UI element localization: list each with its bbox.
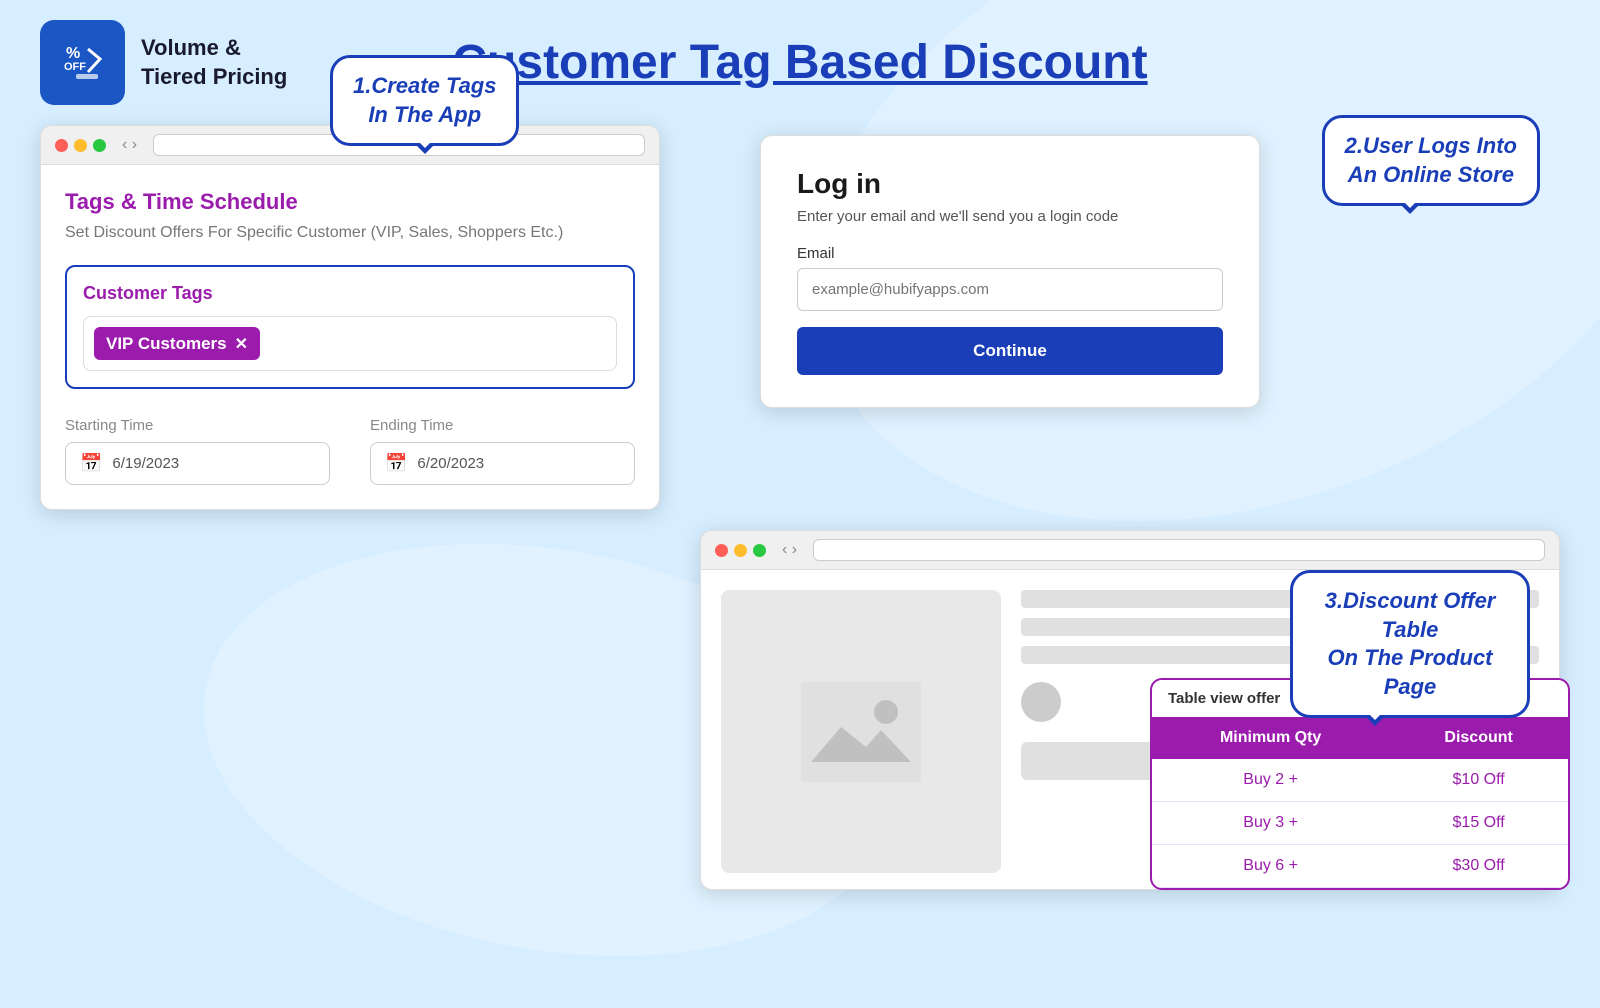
window-content: Tags & Time Schedule Set Discount Offers…: [41, 165, 659, 509]
ending-time-value: 6/20/2023: [417, 455, 484, 472]
bubble-create-tags: 1.Create Tags In The App: [330, 55, 519, 146]
customer-tags-label: Customer Tags: [83, 283, 617, 304]
bubble-discount-table: 3.Discount Offer Table On The Product Pa…: [1290, 570, 1530, 718]
discount-table: Minimum Qty Discount Buy 2 + $10 Off Buy…: [1152, 717, 1568, 888]
customer-tags-box: Customer Tags VIP Customers ✕: [65, 265, 635, 389]
bubble2-line2: An Online Store: [1345, 161, 1517, 190]
calendar-icon-start: 📅: [80, 453, 102, 474]
tag-chip-label: VIP Customers: [106, 334, 227, 354]
starting-time-value: 6/19/2023: [112, 455, 179, 472]
main-content: 1.Create Tags In The App ‹ › Tags & Time…: [0, 125, 1600, 510]
dot-green: [93, 139, 106, 152]
logo-box: % OFF: [40, 20, 125, 105]
nav-back: ‹ ›: [122, 136, 137, 154]
tag-close-icon[interactable]: ✕: [235, 334, 248, 354]
bubble-user-logs: 2.User Logs Into An Online Store: [1322, 115, 1540, 206]
starting-time-input[interactable]: 📅 6/19/2023: [65, 442, 330, 485]
table-row: Buy 2 + $10 Off: [1152, 759, 1568, 802]
cell-discount: $30 Off: [1389, 845, 1568, 888]
right-section: 2.User Logs Into An Online Store Log in …: [700, 125, 1560, 510]
bubble3-line1: 3.Discount Offer Table: [1313, 587, 1507, 644]
cell-qty: Buy 2 +: [1152, 759, 1389, 802]
cell-qty: Buy 3 +: [1152, 802, 1389, 845]
product-dot-red: [715, 544, 728, 557]
tag-chip-vip[interactable]: VIP Customers ✕: [94, 327, 260, 360]
table-row: Buy 3 + $15 Off: [1152, 802, 1568, 845]
product-dot-green: [753, 544, 766, 557]
login-panel: Log in Enter your email and we'll send y…: [760, 135, 1260, 408]
product-window-titlebar: ‹ ›: [701, 531, 1559, 570]
section-title: Tags & Time Schedule: [65, 189, 635, 215]
ending-time-field: Ending Time 📅 6/20/2023: [370, 417, 635, 485]
bottom-left: [40, 530, 660, 890]
dot-red: [55, 139, 68, 152]
svg-text:%: %: [66, 45, 80, 62]
cell-qty: Buy 6 +: [1152, 845, 1389, 888]
product-image-placeholder: [721, 590, 1001, 873]
email-input[interactable]: [797, 268, 1223, 311]
starting-time-label: Starting Time: [65, 417, 330, 434]
dot-yellow: [74, 139, 87, 152]
bottom-right: 3.Discount Offer Table On The Product Pa…: [700, 530, 1560, 890]
page-title: Customer Tag Based Discount: [452, 35, 1147, 90]
logo-icon: % OFF: [58, 34, 108, 91]
login-title: Log in: [797, 168, 1223, 200]
col-discount: Discount: [1389, 717, 1568, 759]
bubble1-line1: 1.Create Tags: [353, 72, 496, 101]
ending-time-input[interactable]: 📅 6/20/2023: [370, 442, 635, 485]
cell-discount: $15 Off: [1389, 802, 1568, 845]
bubble2-line1: 2.User Logs Into: [1345, 132, 1517, 161]
bubble3-line2: On The Product Page: [1313, 644, 1507, 701]
tags-input-area[interactable]: VIP Customers ✕: [83, 316, 617, 371]
app-window: ‹ › Tags & Time Schedule Set Discount Of…: [40, 125, 660, 510]
header: % OFF Volume & Tiered Pricing Customer T…: [0, 0, 1600, 125]
time-row: Starting Time 📅 6/19/2023 Ending Time 📅 …: [65, 417, 635, 485]
logo-text: Volume & Tiered Pricing: [141, 34, 287, 91]
left-section: 1.Create Tags In The App ‹ › Tags & Time…: [40, 125, 660, 510]
table-row: Buy 6 + $30 Off: [1152, 845, 1568, 888]
col-min-qty: Minimum Qty: [1152, 717, 1389, 759]
product-dot-yellow: [734, 544, 747, 557]
section-desc: Set Discount Offers For Specific Custome…: [65, 221, 635, 245]
email-label: Email: [797, 245, 1223, 262]
product-avatar: [1021, 682, 1061, 722]
continue-button[interactable]: Continue: [797, 327, 1223, 375]
product-nav: ‹ ›: [782, 541, 797, 559]
calendar-icon-end: 📅: [385, 453, 407, 474]
svg-text:OFF: OFF: [64, 61, 86, 73]
starting-time-field: Starting Time 📅 6/19/2023: [65, 417, 330, 485]
login-subtitle: Enter your email and we'll send you a lo…: [797, 208, 1223, 225]
cell-discount: $10 Off: [1389, 759, 1568, 802]
table-header-row: Minimum Qty Discount: [1152, 717, 1568, 759]
bottom-section: 3.Discount Offer Table On The Product Pa…: [0, 510, 1600, 890]
ending-time-label: Ending Time: [370, 417, 635, 434]
bubble1-line2: In The App: [353, 101, 496, 130]
product-url-bar: [813, 539, 1545, 561]
